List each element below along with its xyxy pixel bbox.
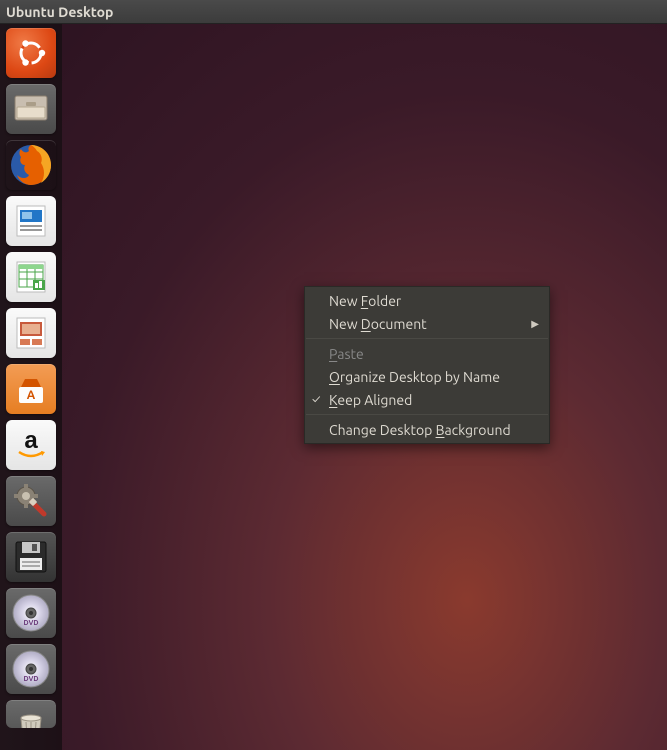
launcher-system-settings[interactable] [6, 476, 56, 526]
launcher-dash-home[interactable] [6, 28, 56, 78]
menu-separator [306, 338, 548, 339]
menu-item-label: Organize Desktop by Name [329, 369, 500, 385]
menu-item-organize-desktop-by-name[interactable]: Organize Desktop by Name [305, 365, 549, 388]
menu-item-change-desktop-background[interactable]: Change Desktop Background [305, 418, 549, 441]
dvd-icon: DVD [6, 644, 56, 694]
files-icon [6, 84, 56, 134]
launcher-floppy[interactable] [6, 532, 56, 582]
writer-icon [6, 196, 56, 246]
menu-item-label: Keep Aligned [329, 392, 412, 408]
ubuntu-logo-icon [6, 28, 56, 78]
launcher-calc[interactable] [6, 252, 56, 302]
svg-text:A: A [27, 389, 36, 402]
menu-item-new-folder[interactable]: New Folder [305, 289, 549, 312]
menu-item-label: Change Desktop Background [329, 422, 511, 438]
floppy-icon [6, 532, 56, 582]
launcher-writer[interactable] [6, 196, 56, 246]
launcher: A a [0, 24, 62, 750]
desktop-title: Ubuntu Desktop [6, 4, 113, 20]
menu-item-label: New Folder [329, 293, 401, 309]
launcher-dvd-2[interactable]: DVD [6, 644, 56, 694]
menu-item-new-document[interactable]: New Document ▶ [305, 312, 549, 335]
settings-icon [6, 476, 56, 526]
launcher-firefox[interactable] [6, 140, 56, 190]
amazon-icon: a [6, 420, 56, 470]
svg-text:DVD: DVD [24, 675, 39, 683]
dvd-icon: DVD [6, 588, 56, 638]
launcher-impress[interactable] [6, 308, 56, 358]
firefox-icon [6, 140, 56, 190]
top-panel: Ubuntu Desktop [0, 0, 667, 24]
calc-icon [6, 252, 56, 302]
launcher-software-center[interactable]: A [6, 364, 56, 414]
submenu-arrow-icon: ▶ [531, 318, 539, 330]
menu-item-label: Paste [329, 346, 364, 362]
menu-item-keep-aligned[interactable]: ✓ Keep Aligned [305, 388, 549, 411]
svg-text:DVD: DVD [24, 619, 39, 627]
svg-text:a: a [24, 427, 38, 454]
launcher-trash[interactable] [6, 700, 56, 728]
desktop-context-menu: New Folder New Document ▶ Paste Organize Des… [304, 286, 550, 444]
menu-item-label: New Document [329, 316, 427, 332]
impress-icon [6, 308, 56, 358]
launcher-amazon[interactable]: a [6, 420, 56, 470]
software-center-icon: A [6, 364, 56, 414]
check-icon: ✓ [312, 393, 320, 406]
menu-item-paste: Paste [305, 342, 549, 365]
launcher-dvd-1[interactable]: DVD [6, 588, 56, 638]
trash-icon [6, 700, 56, 728]
launcher-files[interactable] [6, 84, 56, 134]
menu-separator [306, 414, 548, 415]
